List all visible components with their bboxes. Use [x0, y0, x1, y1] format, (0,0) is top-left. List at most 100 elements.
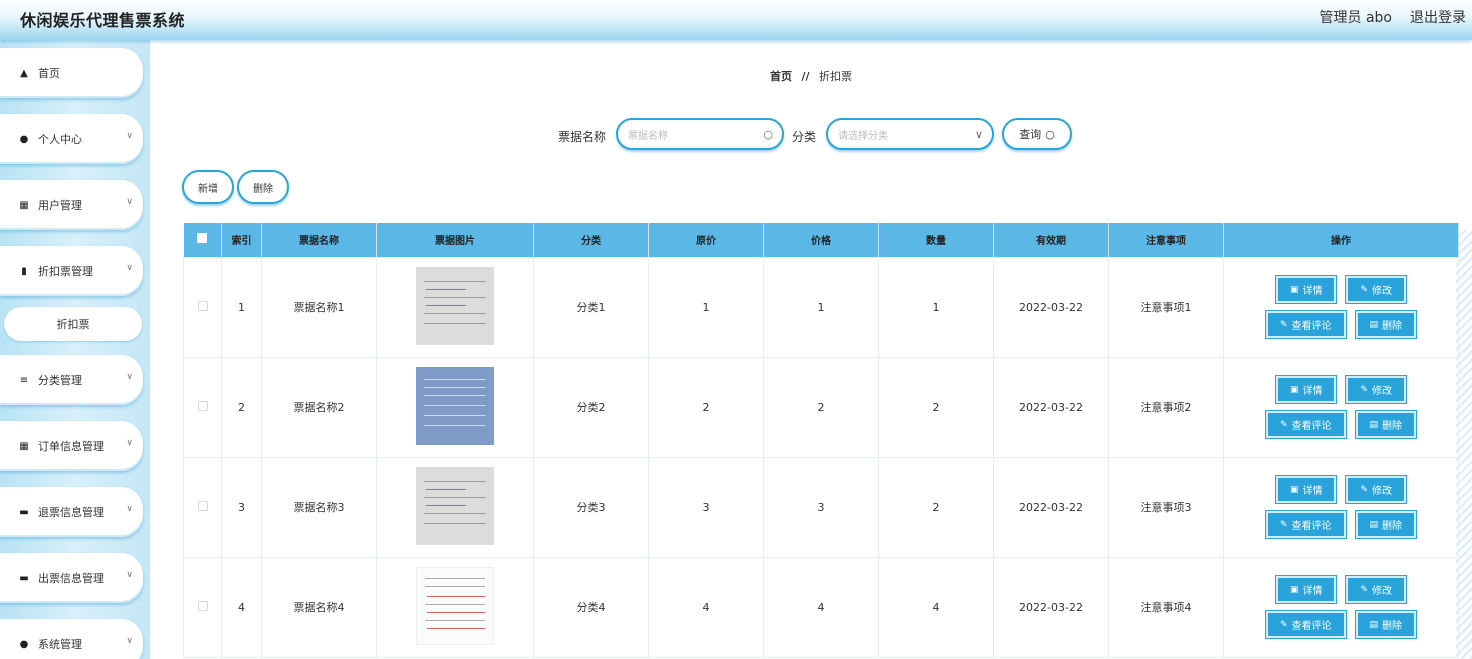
chevron-down-icon: ∨ — [126, 504, 133, 514]
detail-button[interactable]: ▣ 详情 — [1275, 276, 1337, 303]
row-delete-button[interactable]: ▤ 删除 — [1355, 411, 1417, 438]
add-button[interactable]: 新增 — [182, 170, 234, 204]
sidebar-item-label: 订单信息管理 — [38, 440, 104, 453]
sidebar-item-discount-tickets[interactable]: ▮ 折扣票管理 ∨ — [0, 246, 143, 296]
view-comments-button[interactable]: ✎ 查看评论 — [1265, 311, 1346, 338]
ops-cell: ▣ 详情 ✎ 修改 ✎ 查看评论 ▤ 删除 — [1223, 456, 1459, 558]
edit-label: 修改 — [1372, 586, 1393, 597]
image-cell — [376, 356, 534, 458]
view-comments-button[interactable]: ✎ 查看评论 — [1265, 411, 1346, 438]
row-checkbox[interactable] — [197, 600, 208, 611]
detail-button[interactable]: ▣ 详情 — [1275, 576, 1337, 603]
comments-label: 查看评论 — [1291, 621, 1332, 632]
quantity-cell: 2 — [878, 456, 994, 558]
row-checkbox[interactable] — [197, 300, 208, 311]
sidebar-item-label: 个人中心 — [38, 133, 82, 146]
user-icon: ● — [19, 638, 29, 650]
breadcrumb-current: 折扣票 — [819, 70, 853, 83]
chevron-down-icon: ∨ — [126, 438, 133, 448]
pencil-icon: ✎ — [1279, 619, 1288, 630]
delete-button[interactable]: 删除 — [237, 170, 289, 204]
ticket-thumbnail[interactable] — [416, 566, 494, 645]
view-comments-button[interactable]: ✎ 查看评论 — [1265, 511, 1346, 538]
pencil-icon: ✎ — [1279, 519, 1288, 530]
delete-label: 删除 — [1382, 621, 1403, 632]
sidebar-item-refunds[interactable]: ▬ 退票信息管理 ∨ — [0, 487, 143, 537]
edit-button[interactable]: ✎ 修改 — [1346, 476, 1407, 503]
sidebar-subitem-discount-ticket[interactable]: 折扣票 — [4, 307, 142, 341]
ticket-thumbnail[interactable] — [416, 266, 494, 345]
edit-button[interactable]: ✎ 修改 — [1346, 276, 1407, 303]
index-cell: 1 — [221, 256, 262, 358]
sidebar-item-orders[interactable]: ▦ 订单信息管理 ∨ — [0, 421, 143, 471]
expiry-cell: 2022-03-22 — [993, 356, 1109, 458]
ops-cell: ▣ 详情 ✎ 修改 ✎ 查看评论 ▤ 删除 — [1223, 256, 1459, 358]
sidebar-item-users[interactable]: ▦ 用户管理 ∨ — [0, 180, 143, 230]
ticket-thumbnail[interactable] — [416, 466, 494, 545]
column-header: 注意事项 — [1108, 223, 1224, 257]
view-comments-button[interactable]: ✎ 查看评论 — [1265, 611, 1346, 638]
pencil-icon: ✎ — [1360, 384, 1369, 395]
notes-cell: 注意事项2 — [1108, 356, 1224, 458]
table-header-row: 索引 票据名称 票据图片 分类 原价 价格 数量 有效期 注意事项 操作 — [183, 223, 1459, 257]
column-header: 有效期 — [993, 223, 1109, 257]
ticket-thumbnail[interactable] — [416, 366, 494, 445]
category-select[interactable]: 请选择分类 ∨ — [826, 118, 994, 150]
select-all-checkbox[interactable] — [197, 233, 208, 244]
sidebar-item-categories[interactable]: ≡ 分类管理 ∨ — [0, 355, 143, 405]
ops-cell: ▣ 详情 ✎ 修改 ✎ 查看评论 ▤ 删除 — [1223, 356, 1459, 458]
sidebar-item-issued-tickets[interactable]: ▬ 出票信息管理 ∨ — [0, 553, 143, 603]
monitor-icon: ▬ — [19, 506, 29, 518]
quantity-cell: 4 — [878, 556, 994, 658]
original-price-cell: 2 — [648, 356, 764, 458]
row-delete-button[interactable]: ▤ 删除 — [1355, 611, 1417, 638]
detail-button[interactable]: ▣ 详情 — [1275, 376, 1337, 403]
edit-button[interactable]: ✎ 修改 — [1346, 376, 1407, 403]
price-cell: 4 — [763, 556, 879, 658]
index-cell: 3 — [221, 456, 262, 558]
query-button[interactable]: 查询 ○ — [1002, 118, 1072, 150]
row-delete-button[interactable]: ▤ 删除 — [1355, 511, 1417, 538]
sidebar-item-personal-center[interactable]: ● 个人中心 ∨ — [0, 114, 143, 164]
chevron-down-icon: ∨ — [974, 128, 983, 141]
sidebar-item-system[interactable]: ● 系统管理 ∨ — [0, 619, 143, 659]
edit-label: 修改 — [1372, 286, 1393, 297]
detail-button[interactable]: ▣ 详情 — [1275, 476, 1337, 503]
breadcrumb-separator: // — [801, 70, 810, 83]
expiry-cell: 2022-03-22 — [993, 556, 1109, 658]
select-all-header[interactable] — [183, 223, 222, 257]
ticket-name-label: 票据名称 — [558, 130, 607, 144]
sidebar-item-label: 系统管理 — [38, 638, 82, 651]
document-icon: ▣ — [1289, 384, 1299, 395]
app-title: 休闲娱乐代理售票系统 — [20, 11, 186, 30]
name-cell: 票据名称2 — [261, 356, 377, 458]
price-cell: 3 — [763, 456, 879, 558]
printer-icon: ▬ — [19, 572, 29, 584]
user-icon: ● — [19, 133, 29, 145]
chart-icon: ▮ — [21, 265, 27, 277]
original-price-cell: 4 — [648, 556, 764, 658]
expiry-cell: 2022-03-22 — [993, 256, 1109, 358]
category-placeholder: 请选择分类 — [838, 130, 888, 142]
sidebar-item-home[interactable]: ▲ 首页 — [0, 48, 143, 98]
column-header: 分类 — [533, 223, 649, 257]
ticket-name-input[interactable]: 票据名称 ○ — [616, 118, 784, 150]
table-row: 2 票据名称2 分类2 2 2 2 2022-03-22 注意事项2 ▣ 详情 … — [183, 356, 1459, 458]
search-icon: ○ — [763, 128, 773, 141]
category-cell: 分类2 — [533, 356, 649, 458]
home-icon: ▲ — [20, 67, 28, 79]
row-checkbox[interactable] — [197, 500, 208, 511]
row-checkbox[interactable] — [197, 400, 208, 411]
admin-name: 管理员 abo — [1319, 10, 1392, 26]
chevron-down-icon: ∨ — [126, 570, 133, 580]
breadcrumb-home[interactable]: 首页 — [770, 70, 792, 83]
name-cell: 票据名称1 — [261, 256, 377, 358]
image-cell — [376, 256, 534, 358]
detail-label: 详情 — [1302, 586, 1323, 597]
search-bar: 票据名称 票据名称 ○ 分类 请选择分类 ∨ 查询 ○ — [150, 118, 1472, 152]
table-row: 3 票据名称3 分类3 3 3 2 2022-03-22 注意事项3 ▣ 详情 … — [183, 456, 1459, 558]
edit-button[interactable]: ✎ 修改 — [1346, 576, 1407, 603]
search-icon: ○ — [1045, 127, 1055, 141]
logout-link[interactable]: 退出登录 — [1410, 7, 1466, 27]
row-delete-button[interactable]: ▤ 删除 — [1355, 311, 1417, 338]
